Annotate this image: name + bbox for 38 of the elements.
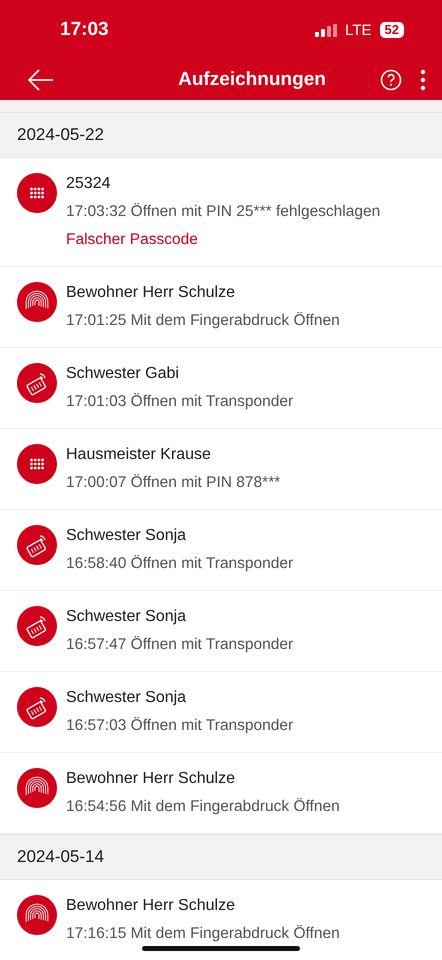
card-icon	[17, 687, 57, 727]
fingerprint-icon	[17, 282, 57, 322]
battery-level: 52	[380, 22, 404, 38]
record-name: 25324	[66, 174, 110, 194]
network-label: LTE	[345, 22, 372, 38]
record-name: Bewohner Herr Schulze	[66, 283, 235, 303]
record-name: Schwester Sonja	[66, 607, 186, 627]
keypad-icon	[17, 444, 57, 484]
date-label: 2024-05-22	[17, 125, 104, 145]
record-name: Hausmeister Krause	[66, 445, 211, 465]
record-detail: 17:16:15 Mit dem Fingerabdruck Öffnen	[66, 925, 340, 943]
record-name: Bewohner Herr Schulze	[66, 896, 235, 916]
record-detail: 16:54:56 Mit dem Fingerabdruck Öffnen	[66, 798, 340, 816]
back-button[interactable]	[28, 69, 54, 91]
record-detail: 16:57:47 Öffnen mit Transponder	[66, 636, 294, 654]
date-label: 2024-05-14	[17, 847, 104, 867]
record-detail: 16:58:40 Öffnen mit Transponder	[66, 555, 294, 573]
record-name: Schwester Sonja	[66, 688, 186, 708]
card-icon	[17, 525, 57, 565]
help-button[interactable]	[380, 69, 402, 91]
record-detail: 16:57:03 Öffnen mit Transponder	[66, 717, 294, 735]
card-icon	[17, 606, 57, 646]
screen-title: Aufzeichnungen	[177, 69, 327, 91]
status-time: 17:03	[60, 19, 109, 41]
record-detail: 17:00:07 Öffnen mit PIN 878***	[66, 474, 280, 492]
keypad-icon	[17, 173, 57, 213]
card-icon	[17, 363, 57, 403]
more-menu-button[interactable]	[420, 69, 426, 91]
record-name: Schwester Gabi	[66, 364, 179, 384]
error-message: Falscher Passcode	[66, 230, 198, 250]
record-name: Bewohner Herr Schulze	[66, 769, 235, 789]
record-detail: 17:01:03 Öffnen mit Transponder	[66, 393, 294, 411]
fingerprint-icon	[17, 768, 57, 808]
signal-icon	[315, 24, 338, 36]
fingerprint-icon	[17, 895, 57, 935]
record-name: Schwester Sonja	[66, 526, 186, 546]
record-detail: 17:01:25 Mit dem Fingerabdruck Öffnen	[66, 312, 340, 330]
record-detail: 17:03:32 Öffnen mit PIN 25*** fehlgeschlagen	[66, 203, 380, 221]
